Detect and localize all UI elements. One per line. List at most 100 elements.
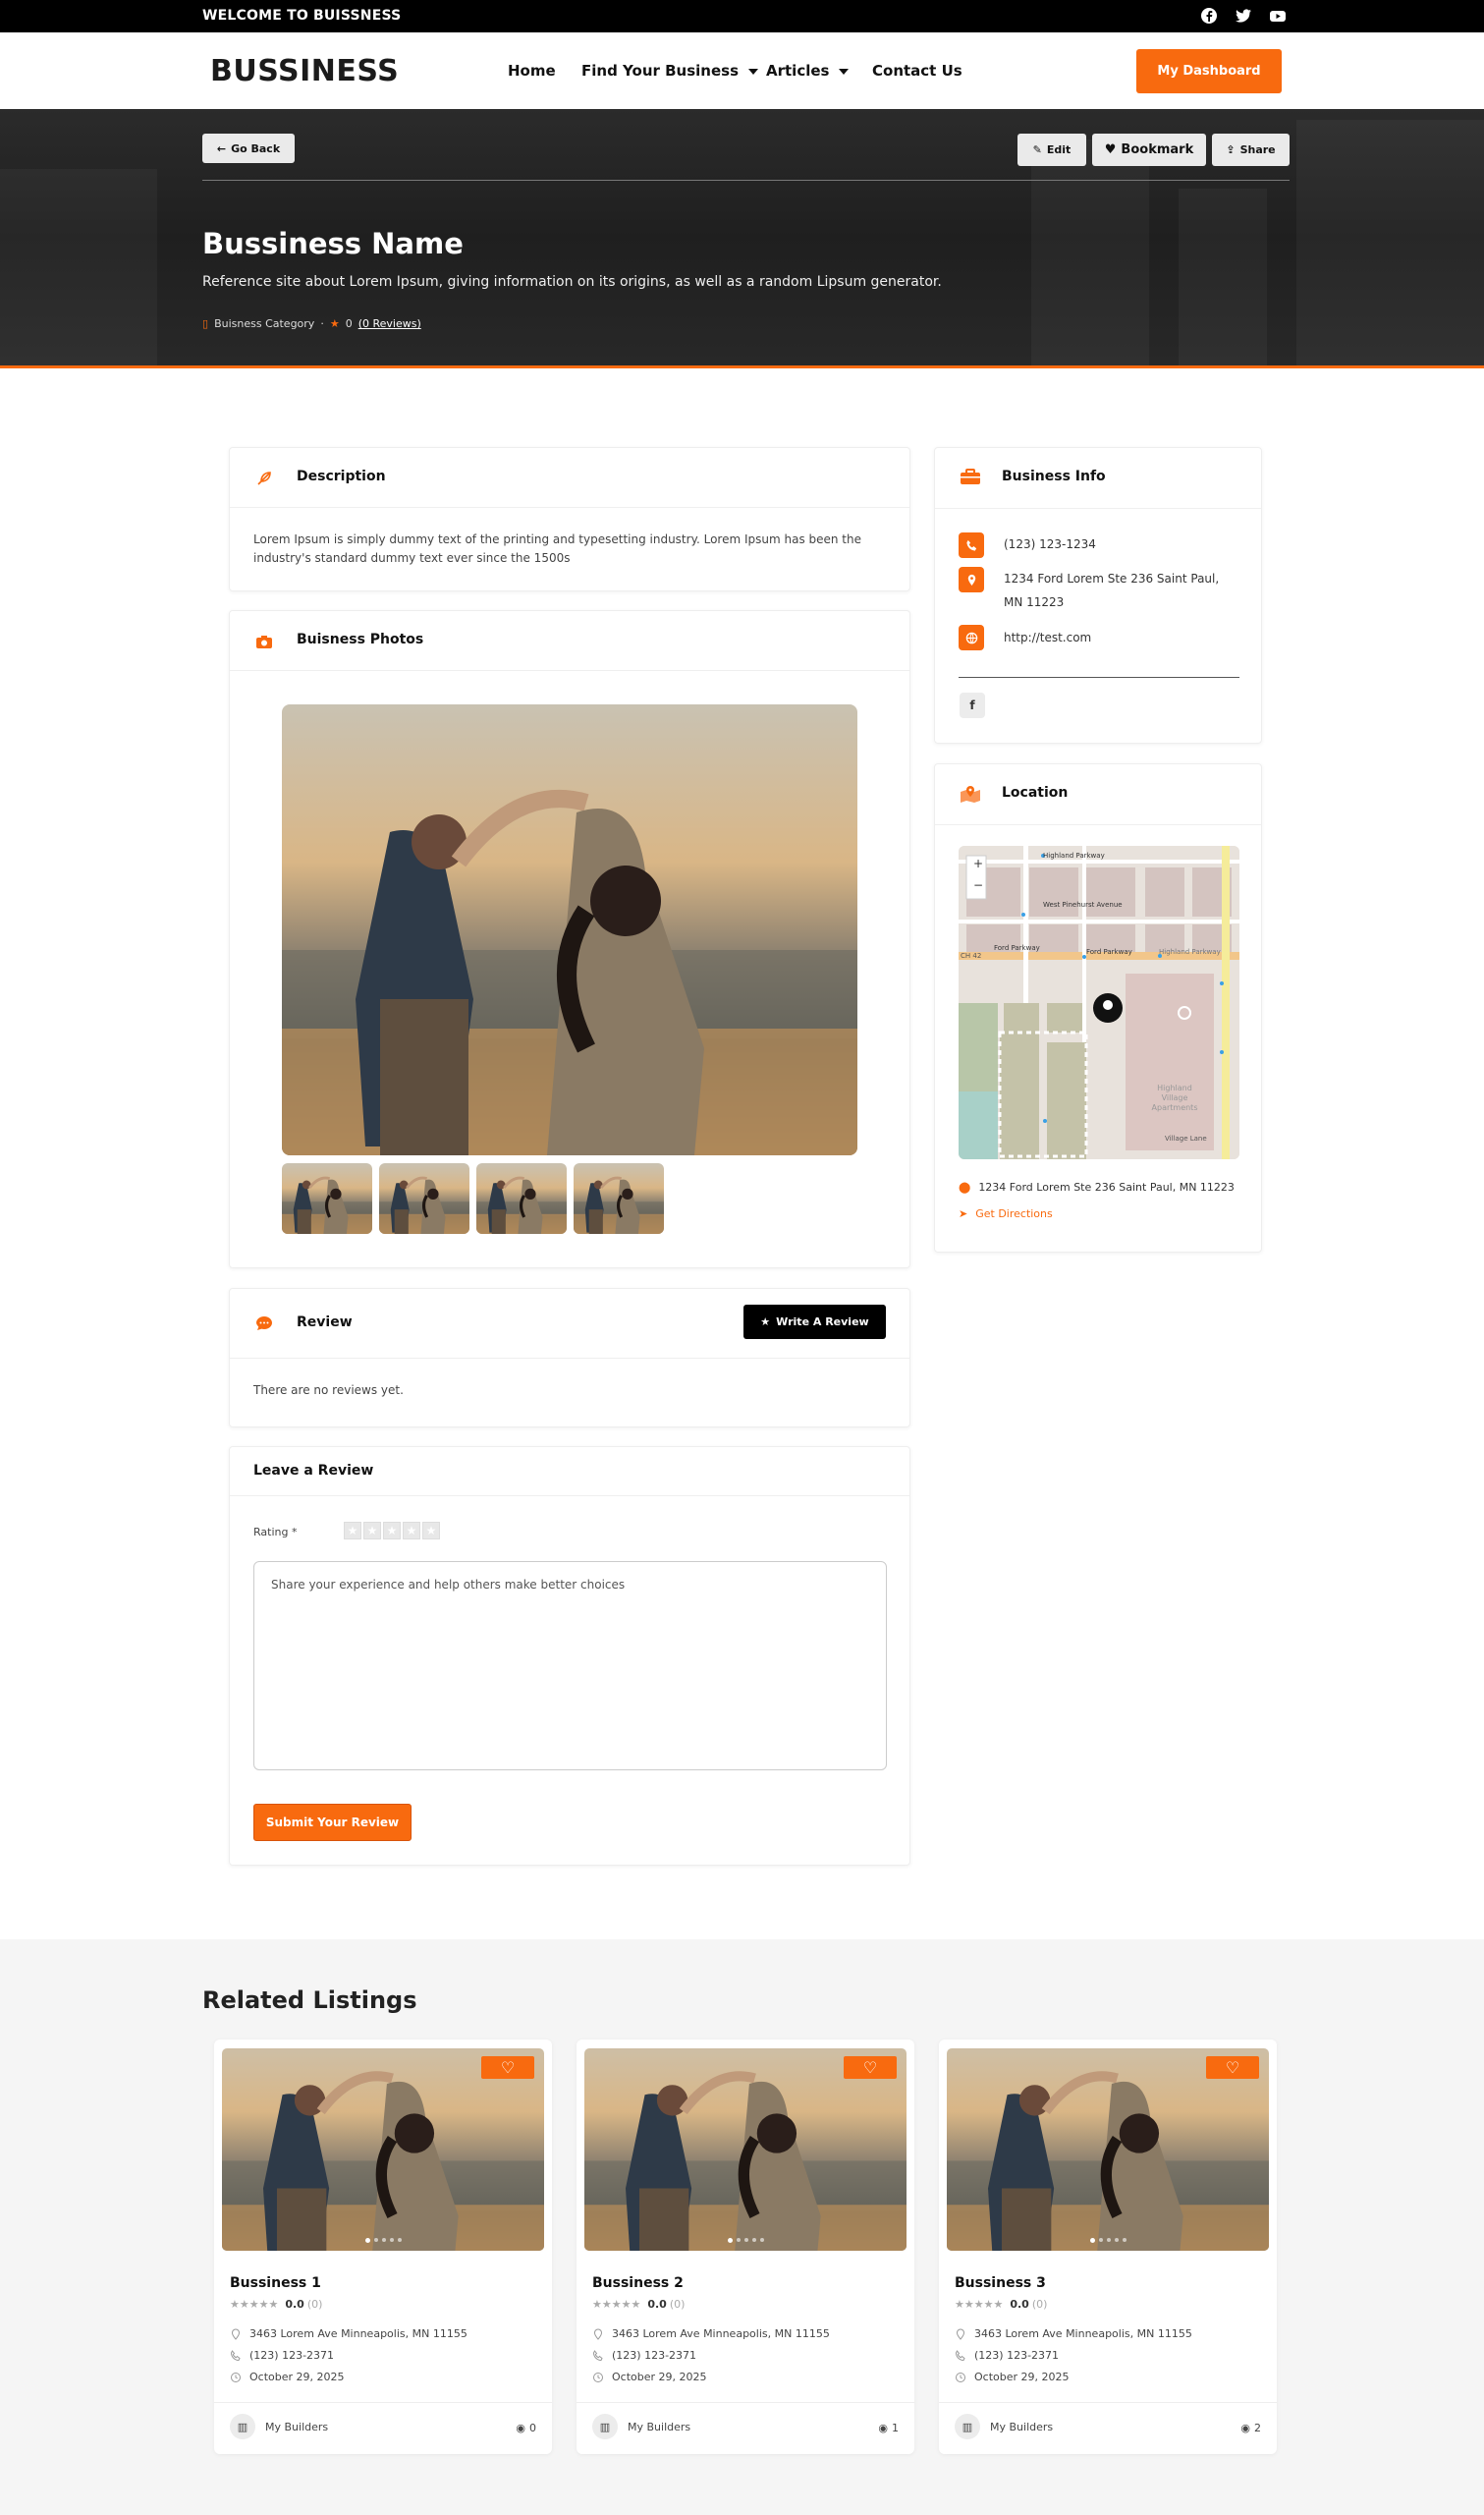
main-photo[interactable]	[282, 704, 857, 1155]
go-back-button[interactable]: ← Go Back	[202, 134, 295, 163]
listing-owner-name: My Builders	[265, 2420, 329, 2433]
location-map[interactable]: + − Highland Parkway West Pinehurst Aven…	[959, 846, 1239, 1159]
listing-phone-row: (123) 123-2371	[230, 2349, 334, 2362]
map-location-icon	[960, 785, 981, 803]
listing-card[interactable]: ♡ Bussiness 3 ★★★★★ 0.0 (0) 3463 Lorem Ave…	[939, 2040, 1277, 2454]
star-icon[interactable]: ★	[422, 1522, 440, 1539]
twitter-icon[interactable]	[1234, 6, 1253, 26]
review-textarea[interactable]	[253, 1561, 887, 1770]
star-icon[interactable]: ★	[383, 1522, 401, 1539]
listing-photo[interactable]: ♡	[947, 2048, 1269, 2251]
dashboard-button[interactable]: My Dashboard	[1136, 49, 1282, 93]
facebook-icon[interactable]: f	[960, 693, 985, 718]
clock-icon	[593, 2372, 603, 2382]
listing-rating-value: 0.0	[647, 2298, 667, 2311]
listing-address: 3463 Lorem Ave Minneapolis, MN 11155	[974, 2327, 1192, 2340]
star-icon[interactable]: ★	[363, 1522, 381, 1539]
nav-articles[interactable]: Articles	[766, 62, 850, 80]
listing-owner[interactable]: ▥ My Builders	[230, 2414, 328, 2439]
share-button[interactable]: ⇪ Share	[1212, 134, 1290, 166]
listing-divider	[214, 2402, 552, 2403]
bookmark-button[interactable]: ♥ Bookmark	[1092, 134, 1206, 166]
phone-icon	[592, 2349, 603, 2361]
facebook-icon[interactable]	[1199, 6, 1219, 26]
listing-rating: ★★★★★ 0.0 (0)	[955, 2298, 1047, 2311]
site-logo[interactable]: BUSSINESS	[210, 54, 399, 88]
carousel-dots[interactable]	[947, 2238, 1269, 2243]
share-label: Share	[1239, 143, 1276, 156]
photos-header: Buisness Photos	[230, 611, 909, 671]
listing-name[interactable]: Bussiness 3	[955, 2275, 1046, 2291]
photos-title: Buisness Photos	[297, 632, 424, 647]
star-icon: ★★★★★	[955, 2298, 1004, 2311]
listing-name[interactable]: Bussiness 1	[230, 2275, 321, 2291]
listing-photo[interactable]: ♡	[584, 2048, 907, 2251]
map-label: Ford Parkway	[994, 944, 1040, 952]
write-review-button[interactable]: ★ Write A Review	[743, 1305, 886, 1339]
listing-card[interactable]: ♡ Bussiness 1 ★★★★★ 0.0 (0) 3463 Lorem Ave…	[214, 2040, 552, 2454]
favorite-button[interactable]: ♡	[481, 2056, 534, 2079]
listing-owner[interactable]: ▥ My Builders	[955, 2414, 1053, 2439]
rating-label: Rating *	[253, 1526, 298, 1538]
nav-find-business-label: Find Your Business	[581, 62, 740, 80]
rating-stars[interactable]: ★ ★ ★ ★ ★	[344, 1520, 442, 1539]
business-website[interactable]: http://test.com	[1004, 626, 1091, 649]
nav-contact[interactable]: Contact Us	[872, 62, 962, 80]
category-label[interactable]: Buisness Category	[214, 317, 314, 330]
map-pin-icon	[593, 2327, 603, 2340]
photo-thumbnail[interactable]	[476, 1163, 567, 1234]
pencil-icon: ✎	[1032, 143, 1042, 156]
arrow-left-icon: ←	[216, 141, 227, 155]
listing-card[interactable]: ♡ Bussiness 2 ★★★★★ 0.0 (0) 3463 Lorem Ave…	[577, 2040, 914, 2454]
map-label: Village Lane	[1165, 1135, 1207, 1143]
photo-thumbnail[interactable]	[282, 1163, 372, 1234]
favorite-button[interactable]: ♡	[844, 2056, 897, 2079]
photo-thumbnail[interactable]	[379, 1163, 469, 1234]
location-card: Location + − Highland Parkway West Pineh…	[934, 763, 1262, 1253]
carousel-dots[interactable]	[222, 2238, 544, 2243]
listing-date: October 29, 2025	[974, 2371, 1070, 2383]
business-info-card: Business Info (123) 123-1234 1234 Ford L…	[934, 447, 1262, 744]
nav-home[interactable]: Home	[508, 62, 556, 80]
listing-phone: (123) 123-2371	[249, 2349, 335, 2362]
building-icon: ▯	[202, 317, 209, 330]
welcome-text: WELCOME TO BUISSNESS	[202, 8, 402, 24]
star-icon[interactable]: ★	[403, 1522, 420, 1539]
zoom-out-button[interactable]: −	[973, 878, 983, 892]
leave-review-title: Leave a Review	[253, 1463, 374, 1479]
listing-divider	[577, 2402, 914, 2403]
listing-date-row: October 29, 2025	[230, 2371, 345, 2383]
star-icon[interactable]: ★	[344, 1522, 361, 1539]
listing-rating-value: 0.0	[285, 2298, 304, 2311]
building-icon: ▥	[592, 2414, 618, 2439]
listing-address-row: 3463 Lorem Ave Minneapolis, MN 11155	[592, 2327, 830, 2340]
youtube-icon[interactable]	[1268, 6, 1288, 26]
map-label: West Pinehurst Avenue	[1043, 901, 1123, 909]
eye-icon: ◉	[1240, 2422, 1250, 2434]
zoom-in-button[interactable]: +	[973, 857, 983, 870]
get-directions-link[interactable]: ➤ Get Directions	[959, 1207, 1053, 1220]
listing-views: ◉ 1	[878, 2422, 899, 2434]
photo-thumbnail[interactable]	[574, 1163, 664, 1234]
business-info-header: Business Info	[935, 448, 1261, 509]
camera-icon	[255, 633, 273, 650]
business-phone[interactable]: (123) 123-1234	[1004, 532, 1096, 556]
feather-icon	[255, 470, 273, 487]
listing-rating-value: 0.0	[1010, 2298, 1029, 2311]
submit-review-button[interactable]: Submit Your Review	[253, 1804, 412, 1841]
heart-icon: ♡	[1225, 2058, 1240, 2077]
edit-button[interactable]: ✎ Edit	[1017, 134, 1086, 166]
listing-owner[interactable]: ▥ My Builders	[592, 2414, 690, 2439]
clock-icon	[956, 2372, 965, 2382]
heart-icon: ♡	[500, 2058, 516, 2077]
nav-find-business[interactable]: Find Your Business	[581, 62, 759, 80]
reviews-link[interactable]: (0 Reviews)	[358, 317, 421, 330]
listing-photo[interactable]: ♡	[222, 2048, 544, 2251]
listing-phone: (123) 123-2371	[612, 2349, 697, 2362]
favorite-button[interactable]: ♡	[1206, 2056, 1259, 2079]
listing-owner-name: My Builders	[990, 2420, 1054, 2433]
carousel-dots[interactable]	[584, 2238, 907, 2243]
listing-name[interactable]: Bussiness 2	[592, 2275, 684, 2291]
listing-views: ◉ 0	[516, 2422, 536, 2434]
go-back-label: Go Back	[231, 141, 281, 155]
